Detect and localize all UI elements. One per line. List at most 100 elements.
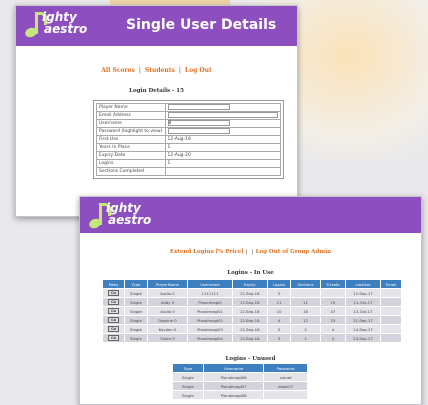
cell-sections: 11 [290,297,321,307]
go-cell: Go [101,324,126,334]
cell-logins: 4 [266,315,292,325]
field-label: Logins [96,159,166,168]
logo-word-2: aestro [108,213,152,227]
detail-row: Years In Place 1 [96,143,281,152]
mighty-maestro-logo: ighty aestro [23,10,87,42]
extend-logins-link[interactable]: Extend Logins [% Price] [170,249,244,255]
detail-row: Logins 1 [96,159,281,168]
cell-tickets: 19 [319,297,346,307]
go-cell: Go [101,297,126,307]
logo-word-2: aestro [44,22,88,36]
cell-pass [263,390,308,400]
field-label: First Use [96,135,166,144]
table-row: Single PianoImagi07 dawn07 [172,381,308,391]
cell-logins: 3 [266,333,292,343]
table-row: Go Single Kayden 0 PianoImagi03 12-Sep-18 3 2 4… [101,324,403,334]
email-input[interactable] [167,112,278,119]
cell-user: PianoImagi01 [187,306,233,316]
column-header: Username [202,363,265,373]
cell-tickets: 47 [319,306,346,316]
cell-lastuse: 23-Sep-17 [344,333,381,343]
column-header: Type [124,279,148,289]
go-button[interactable]: Go [107,335,120,341]
detail-row: First Use 12-Aug-19 [96,135,281,144]
cell-expiry: 12-Sep-18 [231,306,268,316]
logins-in-use-title: Logins - In Use [227,270,274,276]
cell-player: Audio 0 [146,288,189,298]
cell-email [379,306,403,316]
cell-user: 1111111 [187,288,233,298]
cell-pass: dawn07 [263,381,308,391]
go-button[interactable]: Go [107,308,120,314]
cell-player: Daphne 0 [146,315,189,325]
field-value: 1 [164,143,281,152]
table-row: Go Single Audio 0 1111111 12-Sep-18 3 12-Sep-1… [101,288,403,298]
cell-player: Owen 0 [146,333,189,343]
single-user-details-window: ighty aestro Single User Details All Sco… [15,5,298,217]
cell-user: PianoImagi0 [187,297,233,307]
field-value: 12-Aug-19 [164,135,281,144]
table-row: Go Single Owen 0 PianoImagi04 12-Sep-18 3 2 4 23… [101,333,403,343]
top-nav: All Scores | Students | Log Out [101,67,212,74]
column-header: Type [172,363,204,373]
cell-sections: 18 [290,306,321,316]
field-value: 12-Aug-20 [164,151,281,160]
go-button[interactable]: Go [107,326,120,332]
column-header: Expiry [231,279,268,289]
field-input[interactable] [167,128,230,135]
go-button[interactable]: Go [107,317,120,323]
cell-lastuse: 13-Oct-17 [344,306,381,316]
cell-user: PianoImagi04 [187,333,233,343]
cell-user: PianoImagi07 [202,381,265,391]
group-admin-window: ighty aestro Extend Logins [% Price] | | Lo… [79,196,422,405]
cell-sections: 2 [290,333,321,343]
cell-lastuse: 11-Oct-17 [344,297,381,307]
go-button[interactable]: Go [107,290,120,296]
logout-group-admin-link[interactable]: Log Out of Group Admin [256,249,332,255]
table-row: Go Single Audio 0 PianoImagi01 12-Sep-18 10 18… [101,306,403,316]
column-header: PlayerName [146,279,189,289]
table-row: Go Single Addy 0 PianoImagi0 12-Sep-18 11 11 19… [101,297,403,307]
column-header: Email [379,279,403,289]
field-value [164,111,281,120]
header-bar: ighty aestro [80,197,421,233]
go-cell: Go [101,288,126,298]
cell-type: Single [124,333,148,343]
column-header: LastUse [344,279,381,289]
cell-user: PianoImagi02 [187,315,233,325]
cell-logins: 3 [266,324,292,334]
field-label: Email Address [96,111,166,120]
detail-row: Password (highlight to view) [96,127,281,136]
login-details-table: Player Name Email Address Username 8 Passwor… [96,103,281,176]
column-header: Logins [266,279,292,289]
logins-in-use-table: Mkey Type PlayerName Username Expiry Logins Se… [101,279,403,343]
logins-unused-title: Logins - Unused [225,356,276,362]
field-input[interactable]: 8 [167,120,230,127]
logins-unused-table: Type Username Password Single PianoImagi06 c… [172,363,308,400]
go-cell: Go [101,306,126,316]
field-value: 1 [164,159,281,168]
table-row: Single PianoImagi06 comet [172,372,308,382]
students-link[interactable]: Students [145,67,175,74]
column-header: Password [263,363,308,373]
cell-logins: 10 [266,306,292,316]
cell-user: PianoImagi03 [187,324,233,334]
cell-user: PianoImagi06 [202,372,265,382]
header-bar: ighty aestro Single User Details [16,6,297,46]
go-button[interactable]: Go [107,299,120,305]
logout-link[interactable]: Log Out [185,67,212,74]
detail-row: Email Address [96,111,281,120]
cell-logins: 11 [266,297,292,307]
cell-expiry: 12-Sep-18 [231,288,268,298]
column-header: Sections [290,279,321,289]
field-input[interactable] [167,104,230,111]
login-details-title: Login Details - 15 [129,88,184,94]
cell-sections: 12 [290,315,321,325]
cell-email [379,288,403,298]
all-scores-link[interactable]: All Scores [101,67,135,74]
cell-player: Kayden 0 [146,324,189,334]
page-title: Single User Details [126,17,277,33]
column-header: Username [187,279,233,289]
cell-expiry: 12-Sep-18 [231,315,268,325]
cell-player: Addy 0 [146,297,189,307]
